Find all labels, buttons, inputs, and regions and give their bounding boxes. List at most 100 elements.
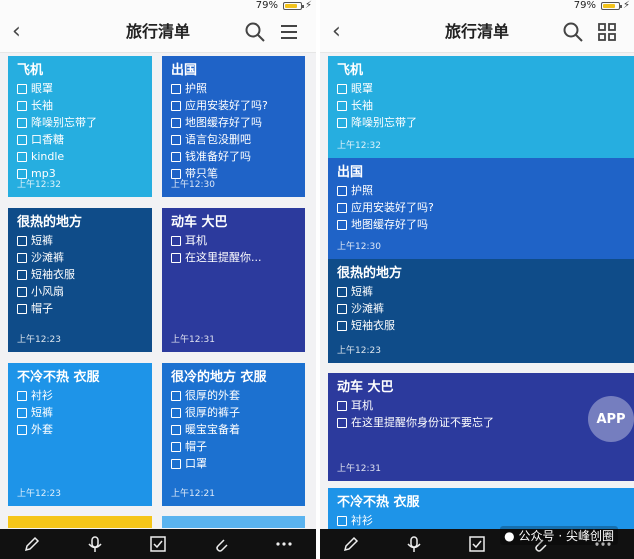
checklist-item[interactable]: 眼罩 <box>17 81 143 97</box>
note-card[interactable]: 飞机 眼罩 长袖 降噪别忘带了 口香糖 kindle mp3 上午12:32 <box>8 56 152 197</box>
checklist-item[interactable]: 短袖衣服 <box>337 318 625 334</box>
checklist-item[interactable]: 沙滩裤 <box>337 301 625 317</box>
checklist-item[interactable]: 短裤 <box>17 233 143 249</box>
checklist-item[interactable]: 耳机 <box>337 398 625 414</box>
checkbox[interactable] <box>337 401 347 411</box>
checklist-item[interactable]: 应用安装好了吗? <box>337 200 625 216</box>
edit-icon[interactable] <box>339 532 363 556</box>
checkbox[interactable] <box>337 418 347 428</box>
note-timestamp: 上午12:23 <box>337 346 381 356</box>
checklist-item[interactable]: 地图缓存好了吗 <box>171 115 296 131</box>
checkbox[interactable] <box>17 408 27 418</box>
checklist-item[interactable]: 护照 <box>337 183 625 199</box>
note-card[interactable]: 不冷不热 衣服 衬衫 短裤 外套 上午12:23 <box>8 363 152 506</box>
checkbox[interactable] <box>17 118 27 128</box>
checkbox[interactable] <box>171 84 181 94</box>
checkbox[interactable] <box>17 84 27 94</box>
note-card-partial[interactable] <box>162 516 305 528</box>
note-card-partial[interactable] <box>8 516 152 528</box>
checklist-item[interactable]: 沙滩裤 <box>17 250 143 266</box>
note-card[interactable]: 动车 大巴 耳机 在这里提醒你... 上午12:31 <box>162 208 305 352</box>
checklist-item[interactable]: 小风扇 <box>17 284 143 300</box>
checklist-icon[interactable] <box>146 532 170 556</box>
checklist-item[interactable]: 耳机 <box>171 233 296 249</box>
checkbox[interactable] <box>337 186 347 196</box>
checklist-item[interactable]: 很厚的裤子 <box>171 405 296 421</box>
more-icon[interactable] <box>272 532 296 556</box>
checkbox[interactable] <box>337 321 347 331</box>
checklist-item[interactable]: 语言包没删吧 <box>171 132 296 148</box>
checklist-item[interactable]: 眼罩 <box>337 81 625 97</box>
checklist-item[interactable]: 帽子 <box>171 439 296 455</box>
checklist-item[interactable]: 很厚的外套 <box>171 388 296 404</box>
checklist-item[interactable]: 短袖衣服 <box>17 267 143 283</box>
checkbox[interactable] <box>17 236 27 246</box>
checklist-item[interactable]: 地图缓存好了吗 <box>337 217 625 233</box>
checkbox[interactable] <box>171 152 181 162</box>
checkbox[interactable] <box>171 459 181 469</box>
checkbox[interactable] <box>337 304 347 314</box>
checkbox[interactable] <box>17 304 27 314</box>
checkbox[interactable] <box>171 236 181 246</box>
checkbox[interactable] <box>171 442 181 452</box>
checkbox[interactable] <box>337 84 347 94</box>
checklist-item[interactable]: 短裤 <box>337 284 625 300</box>
checkbox[interactable] <box>17 425 27 435</box>
checklist-item[interactable]: 帽子 <box>17 301 143 317</box>
checkbox[interactable] <box>17 101 27 111</box>
checkbox[interactable] <box>17 391 27 401</box>
menu-icon[interactable] <box>278 21 300 43</box>
checklist-item[interactable]: 护照 <box>171 81 296 97</box>
checkbox[interactable] <box>171 135 181 145</box>
checklist-item[interactable]: 口香糖 <box>17 132 143 148</box>
checkbox[interactable] <box>337 203 347 213</box>
checklist-item[interactable]: 长袖 <box>17 98 143 114</box>
checklist-item[interactable]: 降噪别忘带了 <box>17 115 143 131</box>
checklist-item[interactable]: kindle <box>17 149 143 165</box>
checkbox[interactable] <box>171 408 181 418</box>
search-icon[interactable] <box>244 21 266 43</box>
note-card[interactable]: 不冷不热 衣服 衬衫 <box>328 488 634 530</box>
note-card[interactable]: 很热的地方 短裤 沙滩裤 短袖衣服 上午12:23 <box>328 259 634 363</box>
checklist-item[interactable]: 外套 <box>17 422 143 438</box>
note-card[interactable]: 动车 大巴 耳机 在这里提醒你身份证不要忘了 上午12:31 <box>328 373 634 481</box>
microphone-icon[interactable] <box>83 532 107 556</box>
checkbox[interactable] <box>171 118 181 128</box>
checklist-item[interactable]: 在这里提醒你... <box>171 250 296 266</box>
checkbox[interactable] <box>337 118 347 128</box>
checkbox[interactable] <box>17 152 27 162</box>
search-icon[interactable] <box>562 21 584 43</box>
checkbox[interactable] <box>337 220 347 230</box>
checklist-item[interactable]: 暖宝宝备着 <box>171 422 296 438</box>
note-card[interactable]: 出国 护照 应用安装好了吗? 地图缓存好了吗 上午12:30 <box>328 158 634 259</box>
checkbox[interactable] <box>17 270 27 280</box>
note-card[interactable]: 很热的地方 短裤 沙滩裤 短袖衣服 小风扇 帽子 上午12:23 <box>8 208 152 352</box>
checkbox[interactable] <box>171 391 181 401</box>
checklist-item[interactable]: 在这里提醒你身份证不要忘了 <box>337 415 625 431</box>
checklist-item[interactable]: 钱准备好了吗 <box>171 149 296 165</box>
attachment-icon[interactable] <box>209 532 233 556</box>
checklist-item[interactable]: 衬衫 <box>17 388 143 404</box>
checklist-icon[interactable] <box>465 532 489 556</box>
note-card[interactable]: 飞机 眼罩 长袖 降噪别忘带了 上午12:32 <box>328 56 634 158</box>
checkbox[interactable] <box>337 516 347 526</box>
checkbox[interactable] <box>17 287 27 297</box>
checkbox[interactable] <box>337 287 347 297</box>
edit-icon[interactable] <box>20 532 44 556</box>
checkbox[interactable] <box>17 253 27 263</box>
checkbox[interactable] <box>337 101 347 111</box>
note-card[interactable]: 出国 护照 应用安装好了吗? 地图缓存好了吗 语言包没删吧 钱准备好了吗 带只笔 上午12:3… <box>162 56 305 197</box>
checklist-item[interactable]: 口罩 <box>171 456 296 472</box>
checklist-item[interactable]: 应用安装好了吗? <box>171 98 296 114</box>
checklist-item[interactable]: 长袖 <box>337 98 625 114</box>
checkbox[interactable] <box>171 425 181 435</box>
checklist-item[interactable]: 降噪别忘带了 <box>337 115 625 131</box>
checklist-item[interactable]: 短裤 <box>17 405 143 421</box>
checkbox[interactable] <box>171 253 181 263</box>
grid-view-icon[interactable] <box>596 21 618 43</box>
note-card[interactable]: 很冷的地方 衣服 很厚的外套 很厚的裤子 暖宝宝备着 帽子 口罩 上午12:21 <box>162 363 305 506</box>
status-bar: 79% ⚡ <box>320 0 634 13</box>
microphone-icon[interactable] <box>402 532 426 556</box>
checkbox[interactable] <box>17 135 27 145</box>
checkbox[interactable] <box>171 101 181 111</box>
